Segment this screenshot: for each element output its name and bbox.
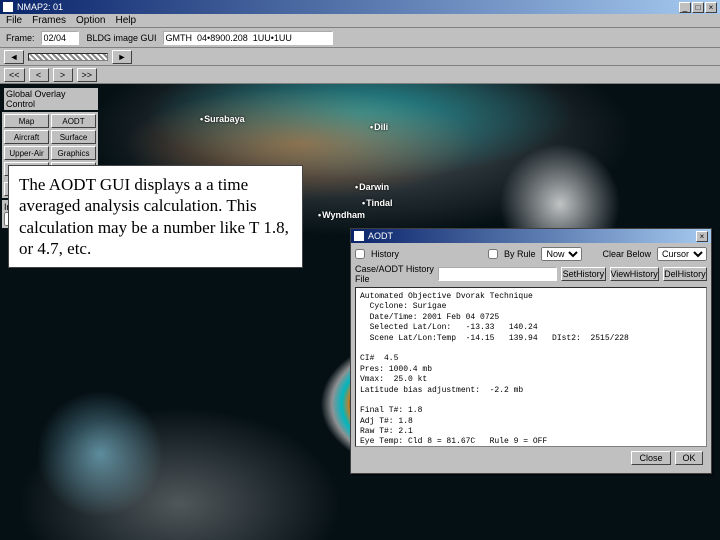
menubar: File Frames Option Help (0, 14, 720, 28)
app-icon (3, 2, 13, 12)
toolbar-secondary-label: BLDG image GUI (87, 33, 157, 43)
city-label-surabaya: Surabaya (200, 114, 245, 124)
aodt-path-field[interactable] (438, 267, 557, 281)
frame-label: Frame: (6, 33, 35, 43)
aodt-output-panel: Automated Objective Dvorak Technique Cyc… (355, 287, 707, 447)
window-title: NMAP2: 01 (17, 2, 63, 12)
frame-field[interactable] (41, 31, 79, 45)
minimize-button[interactable]: _ (679, 2, 691, 13)
overlay-btn-map[interactable]: Map (4, 114, 49, 128)
aodt-clear-label: Clear Below (602, 249, 651, 259)
aodt-history-label: History (371, 249, 399, 259)
aodt-window-icon (354, 231, 364, 241)
city-label-tindal: Tindal (362, 198, 393, 208)
aodt-viewhistory-button[interactable]: ViewHistory (610, 267, 659, 281)
aodt-close-button[interactable]: × (696, 231, 708, 242)
nav-next-button[interactable]: > (53, 68, 73, 82)
nav-prev-button[interactable]: < (29, 68, 49, 82)
toolbar: Frame: BLDG image GUI (0, 28, 720, 48)
aodt-history-checkbox[interactable] (355, 249, 365, 259)
close-button[interactable]: × (705, 2, 717, 13)
aodt-delhistory-button[interactable]: DelHistory (663, 267, 707, 281)
city-label-dili: Dili (370, 122, 388, 132)
overlay-btn-aodt[interactable]: AODT (51, 114, 96, 128)
overlay-panel-header: Global Overlay Control (4, 88, 98, 110)
aodt-footer-ok-button[interactable]: OK (675, 451, 703, 465)
overlay-btn-surface[interactable]: Surface (51, 130, 96, 144)
menu-help[interactable]: Help (116, 15, 137, 26)
menu-frames[interactable]: Frames (32, 15, 66, 26)
slider-right-button[interactable]: ► (112, 50, 132, 64)
aodt-path-label: Case/AODT History File (355, 264, 434, 284)
overlay-btn-aircraft[interactable]: Aircraft (4, 130, 49, 144)
city-label-wyndham: Wyndham (318, 210, 365, 220)
aodt-clear-select[interactable]: Cursor (657, 247, 707, 261)
aodt-footer-close-button[interactable]: Close (631, 451, 671, 465)
aodt-byrule-label: By Rule (504, 249, 536, 259)
frame-slider[interactable] (28, 53, 108, 61)
slider-left-button[interactable]: ◄ (4, 50, 24, 64)
aodt-sethistory-button[interactable]: SetHistory (561, 267, 605, 281)
aodt-byrule-select[interactable]: Now (541, 247, 582, 261)
nav-first-button[interactable]: << (4, 68, 25, 82)
aodt-byrule-checkbox[interactable] (488, 249, 498, 259)
overlay-btn-graphics[interactable]: Graphics (51, 146, 96, 160)
slider-row: ◄ ► (0, 48, 720, 66)
menu-file[interactable]: File (6, 15, 22, 26)
explanation-callout: The AODT GUI displays a a time averaged … (8, 165, 303, 268)
maximize-button[interactable]: □ (692, 2, 704, 13)
city-label-darwin: Darwin (355, 182, 389, 192)
menu-option[interactable]: Option (76, 15, 105, 26)
aodt-window-title: AODT (368, 231, 393, 241)
nav-row: << < > >> (0, 66, 720, 84)
overlay-btn-upper-air[interactable]: Upper-Air (4, 146, 49, 160)
nav-last-button[interactable]: >> (77, 68, 98, 82)
toolbar-extra-field[interactable] (163, 31, 333, 45)
main-titlebar: NMAP2: 01 _ □ × (0, 0, 720, 14)
aodt-window: AODT × History By Rule Now Clear Below C… (350, 228, 712, 474)
